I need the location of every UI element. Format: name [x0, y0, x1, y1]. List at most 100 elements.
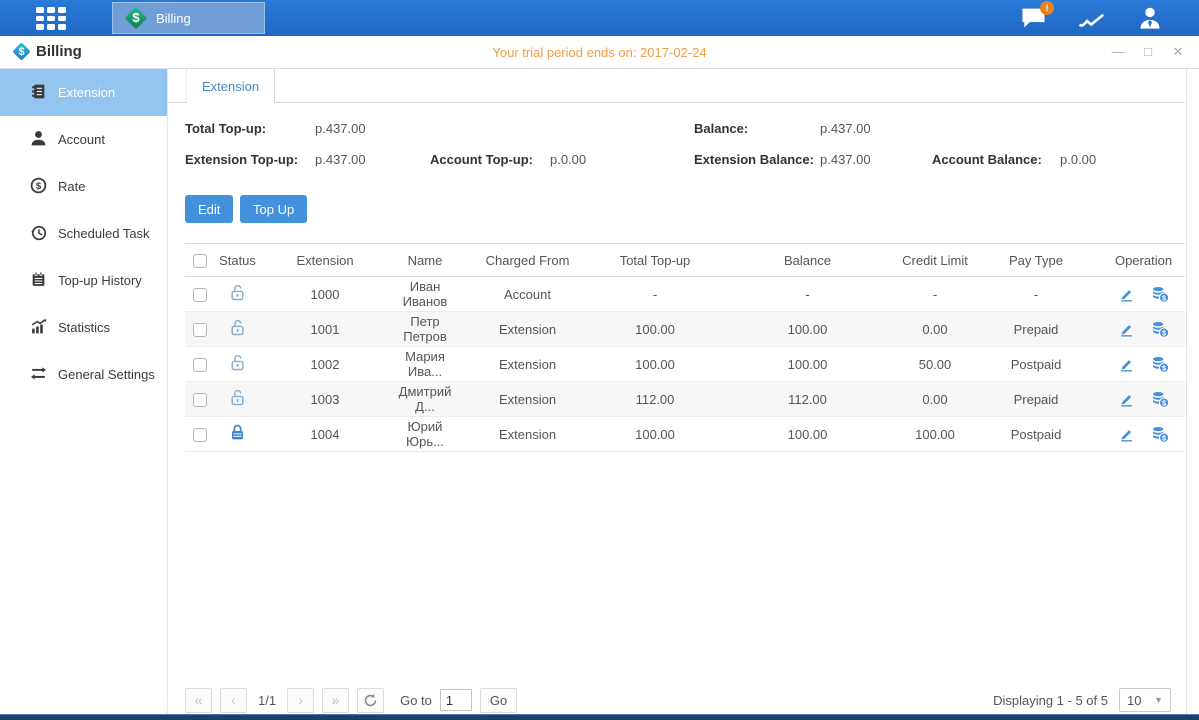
total-topup-value: p.437.00: [315, 121, 366, 136]
balance-cell: 112.00: [715, 382, 900, 417]
sidebar-item-topup-history[interactable]: Top-up History: [0, 257, 167, 304]
status-lock-open-icon[interactable]: [228, 360, 247, 375]
topup-row-icon[interactable]: $: [1143, 355, 1178, 370]
displaying-text: Displaying 1 - 5 of 5: [993, 693, 1108, 708]
status-lock-open-icon[interactable]: [228, 395, 247, 410]
last-page-button[interactable]: »: [322, 688, 349, 713]
messages-icon[interactable]: !: [1020, 6, 1047, 31]
charged-from-cell: Extension: [460, 347, 595, 382]
extension-name-cell: Дмитрий Д...: [390, 382, 460, 417]
status-lock-closed-icon[interactable]: [228, 430, 247, 445]
svg-text:$: $: [1162, 328, 1166, 337]
edit-row-icon[interactable]: [1110, 390, 1143, 405]
extension-name-cell: Петр Петров: [390, 312, 460, 347]
operation-cell: $: [1102, 312, 1185, 347]
sidebar-item-statistics[interactable]: Statistics: [0, 304, 167, 351]
table-header-row: StatusExtensionNameCharged FromTotal Top…: [185, 244, 1185, 277]
status-lock-open-icon[interactable]: [228, 325, 247, 340]
row-checkbox[interactable]: [193, 323, 207, 337]
window-bottom-border: [0, 714, 1199, 720]
select-all-checkbox[interactable]: [193, 254, 207, 268]
extension-number-cell: 1003: [260, 382, 390, 417]
total-topup-cell: 100.00: [595, 417, 715, 452]
goto-label: Go to: [400, 693, 432, 708]
row-checkbox[interactable]: [193, 393, 207, 407]
column-header: Credit Limit: [900, 244, 970, 277]
balance-cell: 100.00: [715, 417, 900, 452]
sidebar-item-label: Account: [58, 132, 105, 147]
column-header: Balance: [715, 244, 900, 277]
table-row: 1001Петр ПетровExtension100.00100.000.00…: [185, 312, 1185, 347]
edit-row-icon[interactable]: [1110, 320, 1143, 335]
extension-number-cell: 1004: [260, 417, 390, 452]
account-topup-value: p.0.00: [550, 152, 586, 167]
operation-cell: $: [1102, 382, 1185, 417]
row-checkbox[interactable]: [193, 288, 207, 302]
top-up-button[interactable]: Top Up: [240, 195, 307, 223]
table-row: 1002Мария Ива...Extension100.00100.0050.…: [185, 347, 1185, 382]
scheduled-task-icon: [30, 224, 47, 244]
close-icon[interactable]: ✕: [1171, 44, 1185, 60]
charged-from-cell: Extension: [460, 312, 595, 347]
topbar-tab-billing[interactable]: $ Billing: [112, 2, 265, 34]
edit-button[interactable]: Edit: [185, 195, 233, 223]
credit-limit-cell: 50.00: [900, 347, 970, 382]
app-grid-icon[interactable]: [36, 7, 66, 30]
topup-row-icon[interactable]: $: [1143, 390, 1178, 405]
first-page-button[interactable]: «: [185, 688, 212, 713]
total-topup-cell: 112.00: [595, 382, 715, 417]
operation-cell: $: [1102, 417, 1185, 452]
extensions-table: StatusExtensionNameCharged FromTotal Top…: [185, 243, 1185, 452]
content-tabbar: Extension: [168, 69, 1185, 103]
extension-number-cell: 1001: [260, 312, 390, 347]
row-checkbox[interactable]: [193, 428, 207, 442]
goto-page-input[interactable]: [440, 689, 472, 711]
account-topup-label: Account Top-up:: [430, 152, 533, 167]
topup-row-icon[interactable]: $: [1143, 425, 1178, 440]
account-balance-label: Account Balance:: [932, 152, 1042, 167]
minimize-icon[interactable]: —: [1111, 44, 1125, 60]
status-lock-open-icon[interactable]: [228, 290, 247, 305]
column-header: Operation: [1102, 244, 1185, 277]
credit-limit-cell: 0.00: [900, 382, 970, 417]
svg-text:$: $: [36, 181, 42, 192]
column-header: Charged From: [460, 244, 595, 277]
svg-text:$: $: [1162, 363, 1166, 372]
topup-row-icon[interactable]: $: [1143, 320, 1178, 335]
extension-balance-value: p.437.00: [820, 152, 871, 167]
user-account-icon[interactable]: [1137, 6, 1163, 30]
column-header: Total Top-up: [595, 244, 715, 277]
go-button[interactable]: Go: [480, 688, 517, 713]
sidebar-item-general-settings[interactable]: General Settings: [0, 351, 167, 398]
table-row: 1000Иван ИвановAccount----$: [185, 277, 1185, 312]
balance-value: p.437.00: [820, 121, 871, 136]
sidebar-item-label: Scheduled Task: [58, 226, 150, 241]
statistics-chart-icon[interactable]: [1077, 6, 1107, 31]
extension-name-cell: Иван Иванов: [390, 277, 460, 312]
sidebar-item-account[interactable]: Account: [0, 116, 167, 163]
page-size-select[interactable]: 10 ▼: [1119, 688, 1171, 712]
sidebar-item-rate[interactable]: $Rate: [0, 163, 167, 210]
topup-row-icon[interactable]: $: [1143, 285, 1178, 300]
credit-limit-cell: -: [900, 277, 970, 312]
refresh-button[interactable]: [357, 688, 384, 713]
sidebar-item-extension[interactable]: Extension: [0, 69, 167, 116]
line-chart-icon: [1077, 6, 1107, 31]
edit-row-icon[interactable]: [1110, 425, 1143, 440]
account-icon: [30, 130, 47, 150]
column-header: Name: [390, 244, 460, 277]
billing-dollar-icon: $: [125, 7, 147, 29]
edit-row-icon[interactable]: [1110, 285, 1143, 300]
row-checkbox[interactable]: [193, 358, 207, 372]
topbar: $ Billing !: [0, 0, 1199, 36]
edit-row-icon[interactable]: [1110, 355, 1143, 370]
total-topup-label: Total Top-up:: [185, 121, 266, 136]
operation-cell: $: [1102, 347, 1185, 382]
extension-number-cell: 1002: [260, 347, 390, 382]
pay-type-cell: Prepaid: [970, 382, 1102, 417]
sidebar-item-scheduled-task[interactable]: Scheduled Task: [0, 210, 167, 257]
maximize-icon[interactable]: □: [1141, 44, 1155, 60]
prev-page-button[interactable]: ‹: [220, 688, 247, 713]
tab-extension[interactable]: Extension: [186, 69, 275, 103]
next-page-button[interactable]: ›: [287, 688, 314, 713]
